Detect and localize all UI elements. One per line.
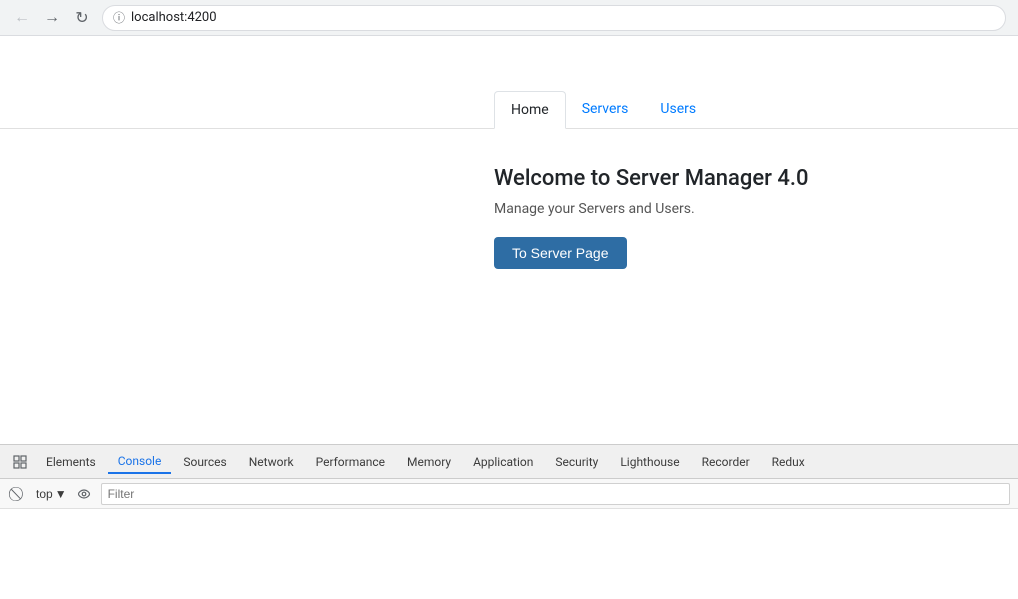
filter-input[interactable] — [101, 483, 1010, 505]
page-title: Welcome to Server Manager 4.0 — [494, 166, 809, 191]
tab-home[interactable]: Home — [494, 91, 566, 129]
devtools-inspect-icon[interactable] — [6, 448, 34, 476]
devtools-tab-memory[interactable]: Memory — [397, 451, 461, 473]
context-selector[interactable]: top ▼ — [36, 487, 67, 501]
security-icon: ⓘ — [113, 9, 125, 26]
devtools-tab-network[interactable]: Network — [239, 451, 304, 473]
nav-tabs: Home Servers Users — [0, 91, 1018, 129]
devtools-tab-performance[interactable]: Performance — [306, 451, 395, 473]
main-content: Welcome to Server Manager 4.0 Manage you… — [494, 146, 809, 269]
devtools-tab-bar: Elements Console Sources Network Perform… — [0, 445, 1018, 479]
page-subtitle: Manage your Servers and Users. — [494, 201, 809, 217]
devtools-content — [0, 509, 1018, 599]
clear-console-button[interactable]: ⃠ — [8, 483, 30, 505]
to-server-page-button[interactable]: To Server Page — [494, 237, 627, 269]
browser-bar: ← → ↻ ⓘ localhost:4200 — [0, 0, 1018, 36]
devtools-tab-console[interactable]: Console — [108, 450, 172, 474]
tab-servers[interactable]: Servers — [566, 91, 645, 129]
address-bar[interactable]: ⓘ localhost:4200 — [102, 5, 1006, 31]
reload-button[interactable]: ↻ — [72, 8, 92, 28]
devtools-tab-redux[interactable]: Redux — [762, 451, 815, 473]
forward-button[interactable]: → — [42, 8, 62, 28]
devtools-panel: Elements Console Sources Network Perform… — [0, 444, 1018, 599]
devtools-tab-lighthouse[interactable]: Lighthouse — [610, 451, 689, 473]
back-button[interactable]: ← — [12, 8, 32, 28]
devtools-toolbar: ⃠ top ▼ — [0, 479, 1018, 509]
url-text: localhost:4200 — [131, 10, 217, 25]
devtools-tab-security[interactable]: Security — [545, 451, 608, 473]
context-label: top — [36, 487, 53, 501]
devtools-tab-recorder[interactable]: Recorder — [692, 451, 760, 473]
app-area: Home Servers Users Welcome to Server Man… — [0, 36, 1018, 444]
context-chevron-icon: ▼ — [55, 487, 67, 501]
eye-icon-button[interactable] — [73, 483, 95, 505]
devtools-tab-elements[interactable]: Elements — [36, 451, 106, 473]
devtools-tab-sources[interactable]: Sources — [173, 451, 236, 473]
tab-users[interactable]: Users — [644, 91, 712, 129]
devtools-tab-application[interactable]: Application — [463, 451, 543, 473]
